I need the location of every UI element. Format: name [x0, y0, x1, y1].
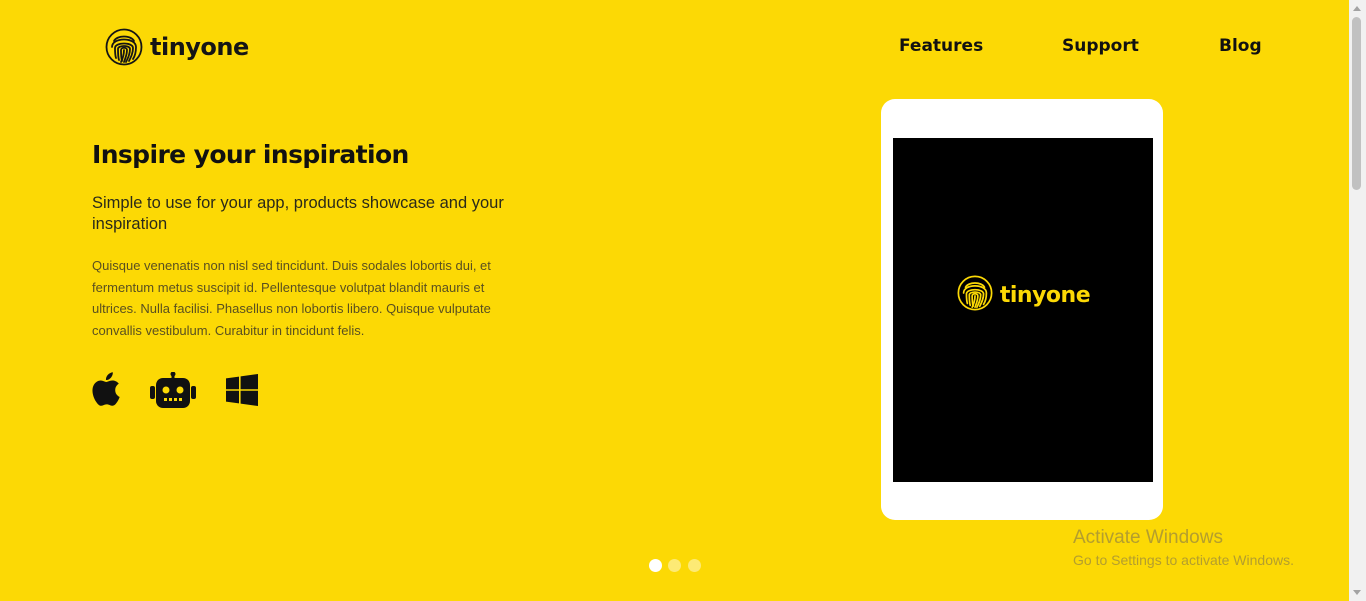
- scroll-up-arrow-icon[interactable]: [1353, 6, 1361, 11]
- brand-logo[interactable]: tinyone: [104, 27, 249, 67]
- nav-item-blog[interactable]: Blog: [1219, 36, 1262, 56]
- hero-subtitle: Simple to use for your app, products sho…: [92, 194, 504, 233]
- windows-icon[interactable]: [226, 374, 258, 410]
- vertical-scrollbar[interactable]: [1349, 0, 1366, 601]
- android-robot-icon[interactable]: [150, 371, 196, 414]
- carousel-dot-3[interactable]: [688, 559, 701, 572]
- screen-brand-logo: tinyone: [956, 274, 1091, 316]
- hero-body-text: Quisque venenatis non nisl sed tincidunt…: [92, 258, 491, 338]
- windows-activation-watermark: Activate Windows Go to Settings to activ…: [1073, 527, 1294, 569]
- landing-page: tinyone Features Support Blog Inspire yo…: [0, 0, 1366, 601]
- nav-item-features[interactable]: Features: [899, 36, 983, 56]
- fingerprint-icon: [104, 27, 144, 67]
- apple-icon[interactable]: [92, 372, 120, 410]
- brand-name: tinyone: [150, 33, 249, 61]
- screen-brand-name: tinyone: [999, 282, 1091, 308]
- tablet-mockup: tinyone: [881, 99, 1163, 520]
- scroll-down-arrow-icon[interactable]: [1353, 590, 1361, 595]
- nav-item-support[interactable]: Support: [1062, 36, 1139, 56]
- scrollbar-thumb[interactable]: [1352, 17, 1361, 190]
- fingerprint-icon: [956, 274, 994, 316]
- carousel-dot-2[interactable]: [668, 559, 681, 572]
- watermark-subtitle: Go to Settings to activate Windows.: [1073, 552, 1294, 568]
- carousel-dot-1[interactable]: [649, 559, 662, 572]
- tablet-screen: tinyone: [893, 138, 1153, 482]
- hero-title: Inspire your inspiration: [92, 140, 409, 169]
- watermark-title: Activate Windows: [1073, 527, 1223, 548]
